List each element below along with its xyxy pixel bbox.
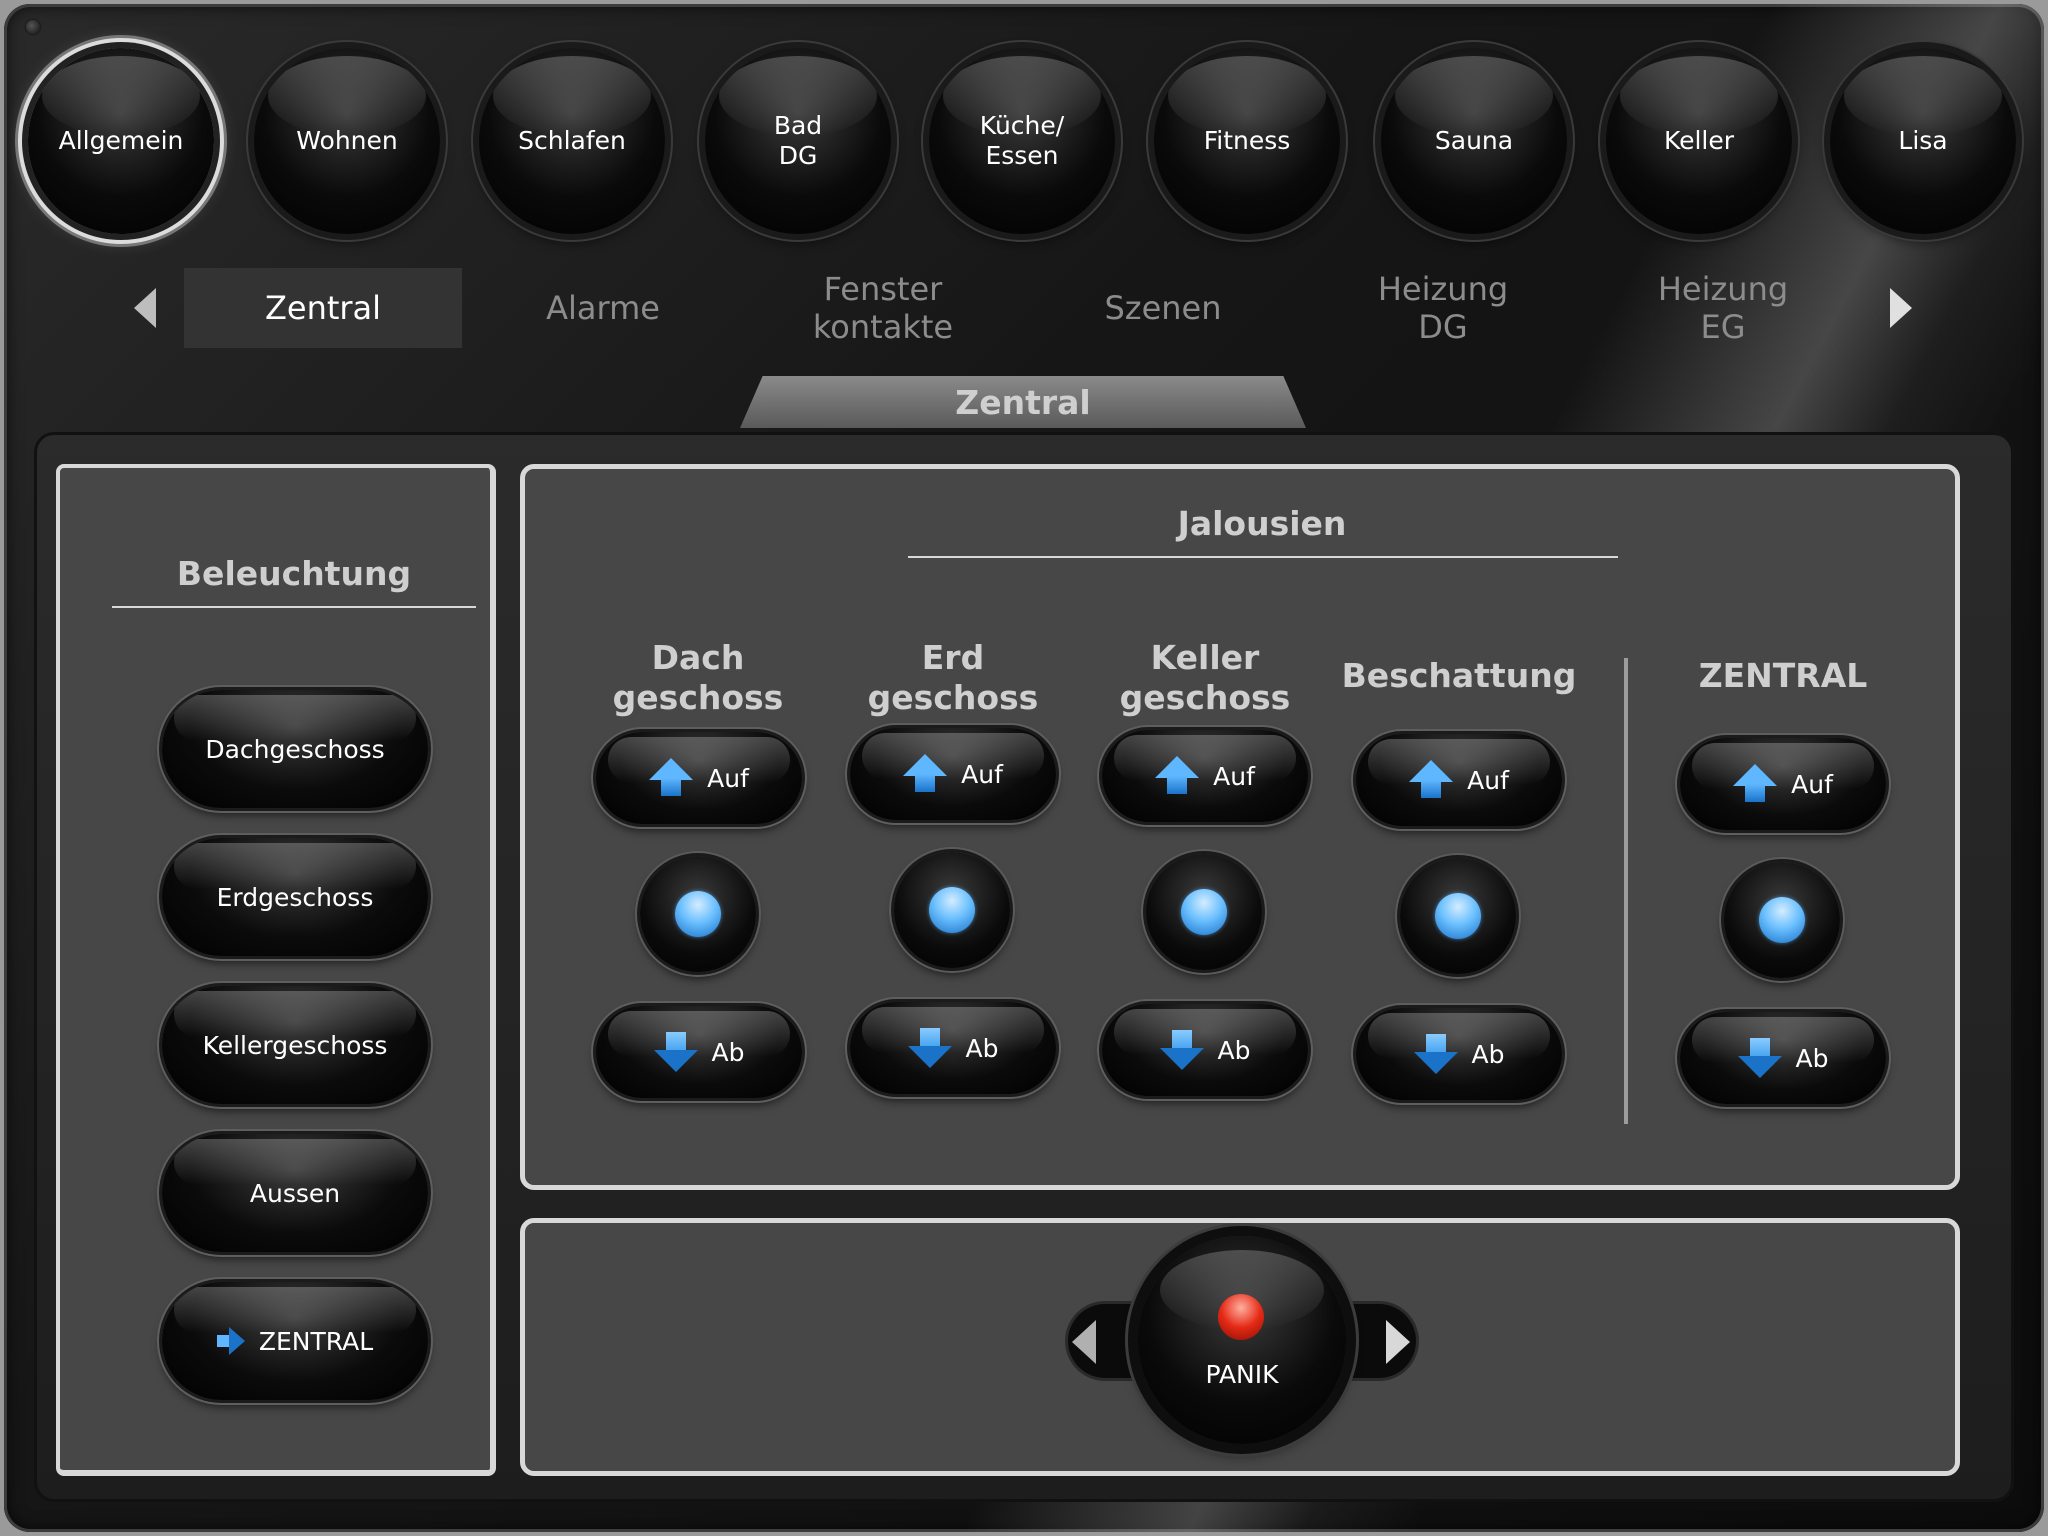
room-label: Lisa: [1898, 126, 1948, 155]
arrow-down-icon: [653, 1032, 698, 1072]
arrow-down-icon: [1159, 1030, 1204, 1070]
button-label: Ab: [1795, 1043, 1829, 1073]
stop-icon: [929, 887, 975, 933]
blinds-col-zentral: ZENTRAL: [1698, 656, 1868, 695]
blinds-col-kellergeschoss: Keller geschoss: [1119, 638, 1291, 717]
arrow-up-icon: [903, 754, 948, 794]
light-dachgeschoss-button[interactable]: Dachgeschoss: [162, 690, 428, 808]
light-zentral-button[interactable]: ZENTRAL: [162, 1282, 428, 1400]
arrow-up-icon: [1409, 760, 1454, 800]
blinds-col-erdgeschoss: Erd geschoss: [867, 638, 1039, 717]
blinds-col-beschattung: Beschattung: [1341, 656, 1577, 695]
lighting-divider: [112, 606, 476, 608]
tabs-prev-arrow-icon[interactable]: [134, 288, 156, 328]
room-bad-dg[interactable]: Bad DG: [705, 48, 891, 234]
stop-icon: [1435, 893, 1481, 939]
stop-icon: [1181, 889, 1227, 935]
tab-szenen[interactable]: Szenen: [1024, 268, 1302, 348]
button-label: Erdgeschoss: [216, 882, 374, 912]
arrow-up-icon: [1733, 764, 1778, 804]
light-erdgeschoss-button[interactable]: Erdgeschoss: [162, 838, 428, 956]
alarm-light-icon: [1218, 1294, 1264, 1340]
arrow-up-icon: [1155, 756, 1200, 796]
light-aussen-button[interactable]: Aussen: [162, 1134, 428, 1252]
blinds-dach-stop-button[interactable]: [640, 856, 756, 972]
blinds-zentral-stop-button[interactable]: [1724, 862, 1840, 978]
room-wohnen[interactable]: Wohnen: [254, 48, 440, 234]
room-label: Fitness: [1203, 126, 1291, 155]
room-allgemein[interactable]: Allgemein: [28, 48, 214, 234]
lighting-title: Beleuchtung: [176, 554, 412, 593]
panic-button[interactable]: PANIK: [1138, 1236, 1346, 1444]
room-label: Schlafen: [518, 126, 626, 155]
button-label: Auf: [1791, 769, 1833, 799]
button-label: Dachgeschoss: [205, 734, 385, 764]
button-label: Auf: [1213, 761, 1255, 791]
room-label: Keller: [1663, 126, 1735, 155]
button-label: Auf: [961, 759, 1003, 789]
button-label: Ab: [711, 1037, 745, 1067]
room-lisa[interactable]: Lisa: [1830, 48, 2016, 234]
room-fitness[interactable]: Fitness: [1154, 48, 1340, 234]
button-label: Auf: [1467, 765, 1509, 795]
tab-alarme[interactable]: Alarme: [464, 268, 742, 348]
room-label: Wohnen: [296, 126, 398, 155]
blinds-dach-down-button[interactable]: Ab: [596, 1006, 802, 1098]
tab-heizung-dg[interactable]: Heizung DG: [1304, 268, 1582, 348]
room-label: Bad DG: [773, 111, 823, 170]
blinds-erd-stop-button[interactable]: [894, 852, 1010, 968]
tab-fensterkontakte[interactable]: Fenster kontakte: [744, 268, 1022, 348]
arrow-down-icon: [1413, 1034, 1458, 1074]
panic-label: PANIK: [1205, 1360, 1279, 1389]
section-title: Zentral: [740, 376, 1306, 428]
room-label: Küche/ Essen: [979, 111, 1065, 170]
room-sauna[interactable]: Sauna: [1381, 48, 1567, 234]
room-label: Allgemein: [58, 126, 184, 155]
tab-heizung-eg[interactable]: Heizung EG: [1584, 268, 1862, 348]
arrow-down-icon: [907, 1028, 952, 1068]
button-label: Ab: [1217, 1035, 1251, 1065]
room-label: Sauna: [1434, 126, 1514, 155]
blinds-erd-up-button[interactable]: Auf: [850, 728, 1056, 820]
room-keller[interactable]: Keller: [1606, 48, 1792, 234]
button-label: Kellergeschoss: [202, 1030, 388, 1060]
blinds-zentral-down-button[interactable]: Ab: [1680, 1012, 1886, 1104]
blinds-keller-down-button[interactable]: Ab: [1102, 1004, 1308, 1096]
blinds-keller-up-button[interactable]: Auf: [1102, 730, 1308, 822]
stop-icon: [1759, 897, 1805, 943]
blinds-col-dachgeschoss: Dach geschoss: [612, 638, 784, 717]
arrow-right-icon: [216, 1327, 245, 1355]
button-label: Aussen: [249, 1178, 341, 1208]
blinds-erd-down-button[interactable]: Ab: [850, 1002, 1056, 1094]
chevron-left-icon: [1072, 1320, 1096, 1364]
light-kellergeschoss-button[interactable]: Kellergeschoss: [162, 986, 428, 1104]
blinds-beschattung-down-button[interactable]: Ab: [1356, 1008, 1562, 1100]
blinds-divider: [908, 556, 1618, 558]
blinds-beschattung-up-button[interactable]: Auf: [1356, 734, 1562, 826]
blinds-zentral-up-button[interactable]: Auf: [1680, 738, 1886, 830]
blinds-separator: [1624, 658, 1628, 1124]
tab-zentral[interactable]: Zentral: [184, 268, 462, 348]
button-label: Auf: [707, 763, 749, 793]
room-schlafen[interactable]: Schlafen: [479, 48, 665, 234]
arrow-down-icon: [1737, 1038, 1782, 1078]
blinds-beschattung-stop-button[interactable]: [1400, 858, 1516, 974]
arrow-up-icon: [649, 758, 694, 798]
room-kueche-essen[interactable]: Küche/ Essen: [929, 48, 1115, 234]
button-label: ZENTRAL: [258, 1326, 374, 1356]
screw-icon: [26, 20, 40, 34]
button-label: Ab: [1471, 1039, 1505, 1069]
blinds-keller-stop-button[interactable]: [1146, 854, 1262, 970]
chevron-right-icon: [1386, 1320, 1410, 1364]
tabs-next-arrow-icon[interactable]: [1890, 288, 1912, 328]
blinds-title: Jalousien: [1177, 504, 1347, 543]
blinds-dach-up-button[interactable]: Auf: [596, 732, 802, 824]
stop-icon: [675, 891, 721, 937]
button-label: Ab: [965, 1033, 999, 1063]
